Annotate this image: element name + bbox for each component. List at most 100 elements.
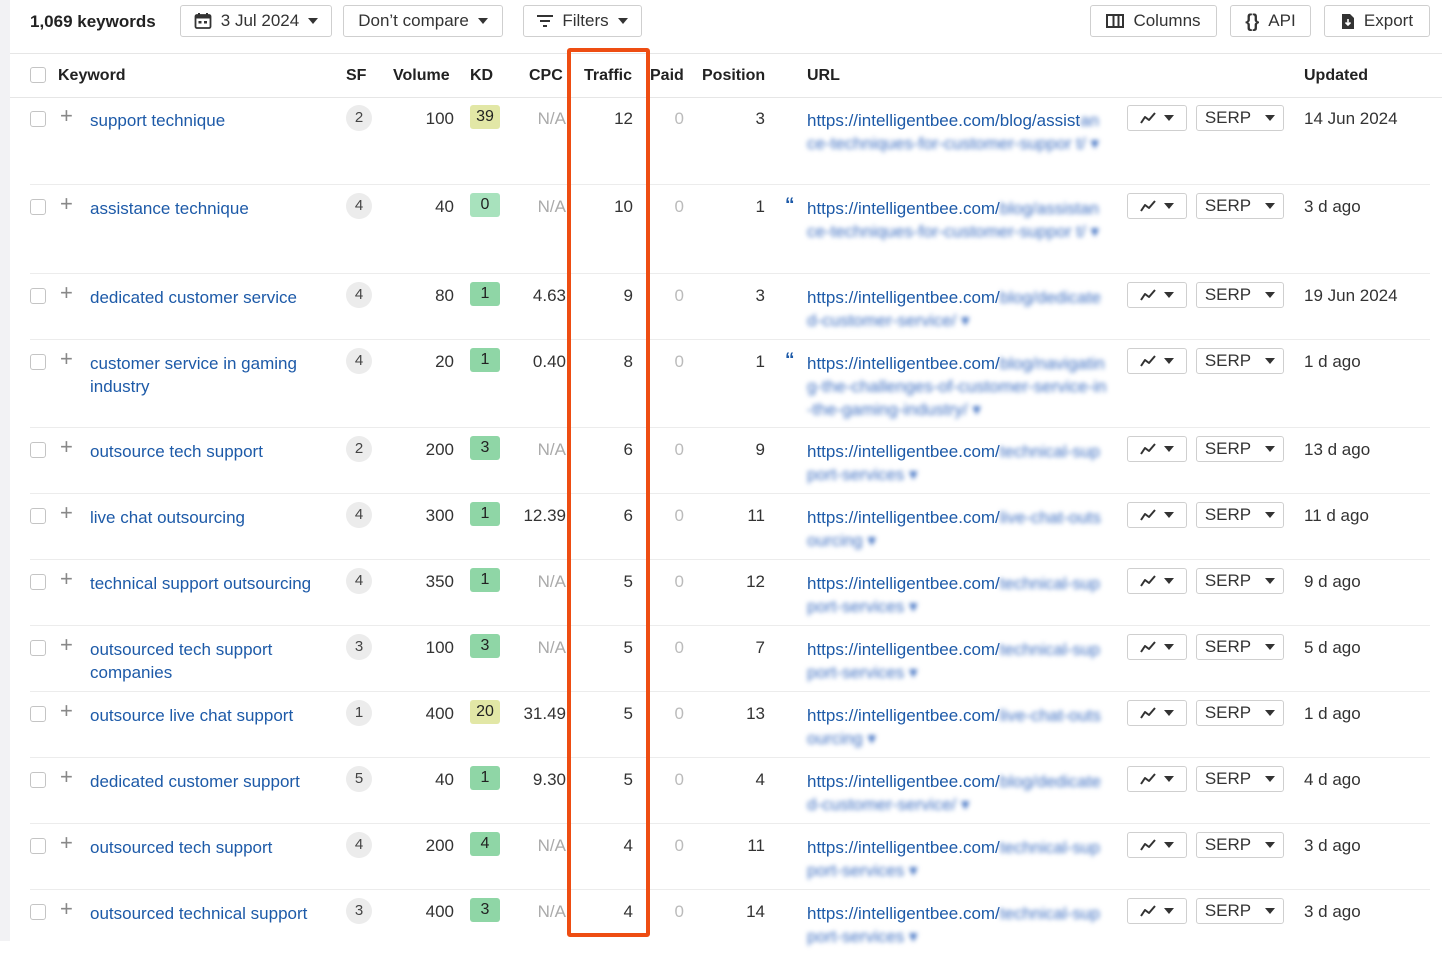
row-checkbox[interactable] xyxy=(30,442,46,458)
ranking-url-link[interactable]: https://intelligentbee.com/technical-sup… xyxy=(807,902,1107,948)
ranking-url-link[interactable]: https://intelligentbee.com/blog/dedicate… xyxy=(807,286,1107,332)
col-volume[interactable]: Volume xyxy=(393,67,450,85)
ranking-url-link[interactable]: https://intelligentbee.com/live-chat-out… xyxy=(807,704,1107,750)
position-history-button[interactable] xyxy=(1127,832,1187,858)
serp-features-badge[interactable]: 3 xyxy=(346,634,372,660)
add-keyword-plus-icon[interactable]: + xyxy=(60,105,73,127)
position-history-button[interactable] xyxy=(1127,898,1187,924)
add-keyword-plus-icon[interactable]: + xyxy=(60,634,73,656)
serp-features-badge[interactable]: 4 xyxy=(346,193,372,219)
serp-button[interactable]: SERP xyxy=(1196,832,1284,858)
col-updated[interactable]: Updated xyxy=(1304,67,1368,85)
keyword-link[interactable]: support technique xyxy=(90,109,335,132)
serp-button[interactable]: SERP xyxy=(1196,898,1284,924)
row-checkbox[interactable] xyxy=(30,640,46,656)
col-position[interactable]: Position xyxy=(702,67,765,85)
position-history-button[interactable] xyxy=(1127,193,1187,219)
serp-features-badge[interactable]: 2 xyxy=(346,436,372,462)
filters-button[interactable]: Filters xyxy=(523,5,642,37)
position-history-button[interactable] xyxy=(1127,436,1187,462)
keyword-link[interactable]: outsource live chat support xyxy=(90,704,335,727)
position-history-button[interactable] xyxy=(1127,348,1187,374)
serp-button[interactable]: SERP xyxy=(1196,634,1284,660)
position-history-button[interactable] xyxy=(1127,634,1187,660)
serp-button[interactable]: SERP xyxy=(1196,766,1284,792)
api-button[interactable]: {} API xyxy=(1230,5,1311,37)
export-button[interactable]: Export xyxy=(1324,5,1430,37)
row-checkbox[interactable] xyxy=(30,706,46,722)
ranking-url-link[interactable]: https://intelligentbee.com/technical-sup… xyxy=(807,572,1107,618)
ranking-url-link[interactable]: https://intelligentbee.com/live-chat-out… xyxy=(807,506,1107,552)
add-keyword-plus-icon[interactable]: + xyxy=(60,502,73,524)
add-keyword-plus-icon[interactable]: + xyxy=(60,348,73,370)
ranking-url-link[interactable]: https://intelligentbee.com/technical-sup… xyxy=(807,836,1107,882)
serp-features-badge[interactable]: 5 xyxy=(346,766,372,792)
keyword-link[interactable]: technical support outsourcing xyxy=(90,572,335,595)
col-keyword[interactable]: Keyword xyxy=(58,67,126,85)
col-paid[interactable]: Paid xyxy=(650,67,684,85)
add-keyword-plus-icon[interactable]: + xyxy=(60,193,73,215)
select-all-checkbox[interactable] xyxy=(30,67,46,83)
keyword-link[interactable]: customer service in gaming industry xyxy=(90,352,335,398)
ranking-url-link[interactable]: https://intelligentbee.com/technical-sup… xyxy=(807,638,1107,684)
serp-features-badge[interactable]: 4 xyxy=(346,348,372,374)
compare-dropdown[interactable]: Don’t compare xyxy=(343,5,503,37)
row-checkbox[interactable] xyxy=(30,354,46,370)
ranking-url-link[interactable]: https://intelligentbee.com/blog/navigati… xyxy=(807,352,1107,421)
keyword-link[interactable]: assistance technique xyxy=(90,197,335,220)
col-traffic[interactable]: Traffic xyxy=(584,67,632,85)
add-keyword-plus-icon[interactable]: + xyxy=(60,898,73,920)
row-checkbox[interactable] xyxy=(30,111,46,127)
serp-button[interactable]: SERP xyxy=(1196,105,1284,131)
position-history-button[interactable] xyxy=(1127,766,1187,792)
ranking-url-link[interactable]: https://intelligentbee.com/technical-sup… xyxy=(807,440,1107,486)
col-url[interactable]: URL xyxy=(807,67,840,85)
serp-features-badge[interactable]: 4 xyxy=(346,502,372,528)
position-history-button[interactable] xyxy=(1127,700,1187,726)
serp-button[interactable]: SERP xyxy=(1196,193,1284,219)
col-cpc[interactable]: CPC xyxy=(529,67,563,85)
row-checkbox[interactable] xyxy=(30,772,46,788)
ranking-url-link[interactable]: https://intelligentbee.com/blog/assistan… xyxy=(807,109,1107,155)
add-keyword-plus-icon[interactable]: + xyxy=(60,832,73,854)
serp-features-badge[interactable]: 2 xyxy=(346,105,372,131)
keyword-link[interactable]: dedicated customer support xyxy=(90,770,335,793)
row-checkbox[interactable] xyxy=(30,904,46,920)
position-history-button[interactable] xyxy=(1127,568,1187,594)
columns-button[interactable]: Columns xyxy=(1090,5,1217,37)
add-keyword-plus-icon[interactable]: + xyxy=(60,700,73,722)
row-checkbox[interactable] xyxy=(30,508,46,524)
serp-button[interactable]: SERP xyxy=(1196,282,1284,308)
col-sf[interactable]: SF xyxy=(346,67,366,85)
row-checkbox[interactable] xyxy=(30,199,46,215)
serp-button[interactable]: SERP xyxy=(1196,502,1284,528)
keyword-link[interactable]: dedicated customer service xyxy=(90,286,335,309)
position-history-button[interactable] xyxy=(1127,502,1187,528)
serp-features-badge[interactable]: 1 xyxy=(346,700,372,726)
position-history-button[interactable] xyxy=(1127,105,1187,131)
serp-features-badge[interactable]: 3 xyxy=(346,898,372,924)
serp-features-badge[interactable]: 4 xyxy=(346,568,372,594)
serp-features-badge[interactable]: 4 xyxy=(346,832,372,858)
serp-button[interactable]: SERP xyxy=(1196,568,1284,594)
serp-button[interactable]: SERP xyxy=(1196,436,1284,462)
row-checkbox[interactable] xyxy=(30,288,46,304)
row-checkbox[interactable] xyxy=(30,838,46,854)
serp-features-badge[interactable]: 4 xyxy=(346,282,372,308)
add-keyword-plus-icon[interactable]: + xyxy=(60,436,73,458)
col-kd[interactable]: KD xyxy=(470,67,493,85)
row-checkbox[interactable] xyxy=(30,574,46,590)
keyword-link[interactable]: outsourced tech support xyxy=(90,836,335,859)
keyword-link[interactable]: outsourced tech support companies xyxy=(90,638,335,684)
add-keyword-plus-icon[interactable]: + xyxy=(60,766,73,788)
ranking-url-link[interactable]: https://intelligentbee.com/blog/assistan… xyxy=(807,197,1107,243)
serp-button[interactable]: SERP xyxy=(1196,700,1284,726)
keyword-link[interactable]: outsourced technical support xyxy=(90,902,335,925)
add-keyword-plus-icon[interactable]: + xyxy=(60,568,73,590)
add-keyword-plus-icon[interactable]: + xyxy=(60,282,73,304)
keyword-link[interactable]: outsource tech support xyxy=(90,440,335,463)
date-picker-button[interactable]: 3 Jul 2024 xyxy=(180,5,332,37)
keyword-link[interactable]: live chat outsourcing xyxy=(90,506,335,529)
serp-button[interactable]: SERP xyxy=(1196,348,1284,374)
position-history-button[interactable] xyxy=(1127,282,1187,308)
